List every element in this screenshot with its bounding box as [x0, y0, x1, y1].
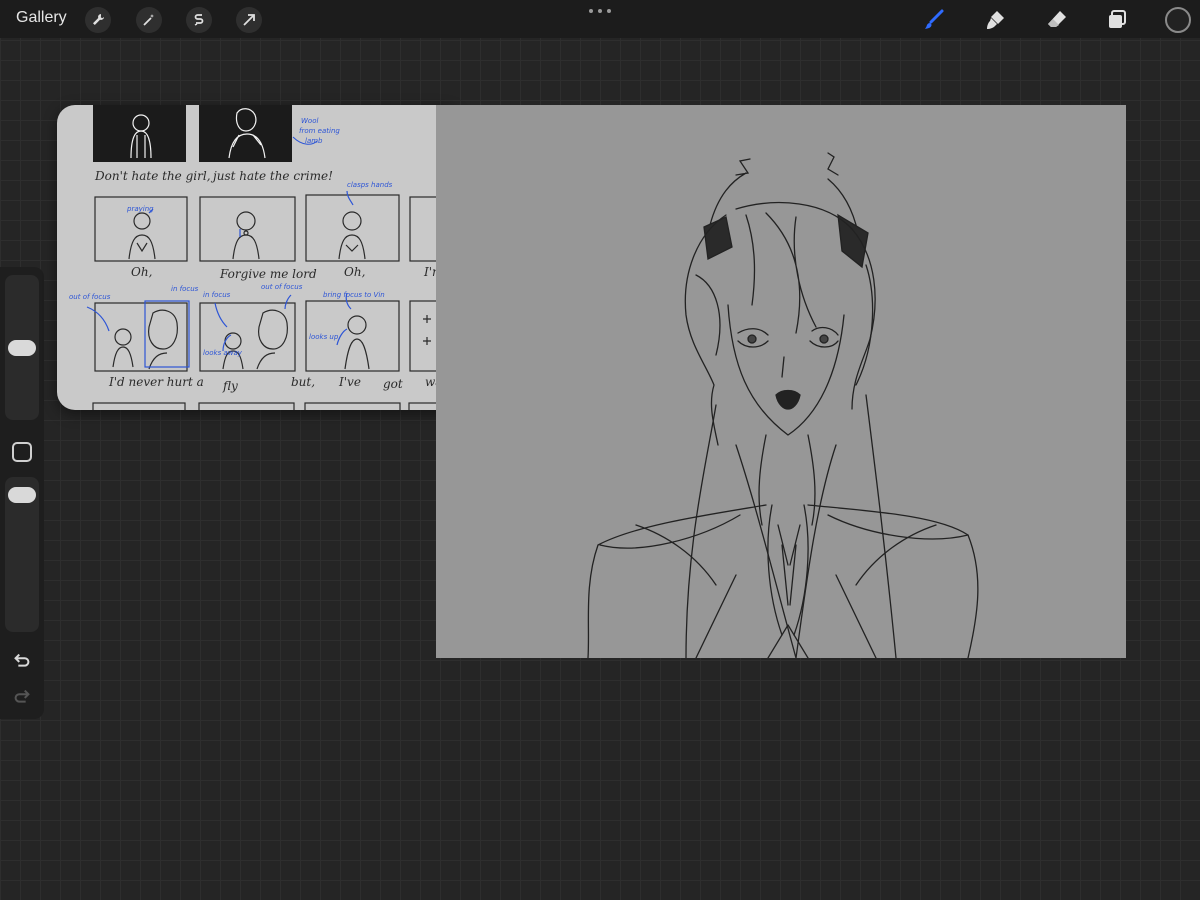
dot [607, 9, 611, 13]
dot [598, 9, 602, 13]
paint-tool-button[interactable] [920, 6, 948, 34]
annotation-note: looks away [203, 349, 242, 357]
transform-button[interactable] [236, 7, 262, 33]
more-options-handle[interactable] [589, 6, 611, 16]
actions-button[interactable] [85, 7, 111, 33]
brush-size-slider[interactable] [5, 275, 39, 420]
annotation-note: looks up [309, 333, 339, 341]
redo-button[interactable] [10, 685, 34, 709]
selection-button[interactable] [186, 7, 212, 33]
layers-button[interactable] [1103, 6, 1131, 34]
annotation-note: Wool [301, 117, 319, 125]
storyboard-sketch [86, 105, 461, 410]
dot [589, 9, 593, 13]
brush-icon [925, 9, 944, 29]
adjustments-button[interactable] [136, 7, 162, 33]
opacity-slider[interactable] [5, 477, 39, 632]
brush-size-thumb[interactable] [8, 340, 36, 356]
erase-tool-button[interactable] [1043, 6, 1071, 34]
caption-line: just hate the crime! [213, 169, 333, 183]
annotation-note: lamb [305, 137, 323, 145]
gallery-button[interactable]: Gallery [16, 9, 67, 27]
redo-icon [14, 689, 30, 703]
selection-s-icon [194, 14, 204, 26]
caption-line: Don't hate the girl, [95, 169, 211, 183]
caption-line: but, [291, 375, 316, 389]
left-sidebar [0, 267, 44, 719]
caption-line: I'd never hurt a [109, 375, 204, 389]
undo-button[interactable] [10, 649, 34, 673]
drawing-canvas[interactable] [436, 105, 1126, 658]
annotation-note: in focus [171, 285, 199, 293]
caption-line: I've [339, 375, 361, 389]
color-picker-button[interactable] [1165, 7, 1191, 33]
caption-line: fly [223, 379, 238, 393]
top-toolbar: Gallery [0, 0, 1200, 38]
smudge-tool-button[interactable] [981, 6, 1009, 34]
magic-wand-icon [143, 14, 154, 26]
annotation-note: bring focus to Vin [323, 291, 385, 299]
caption-line: Oh, [131, 265, 153, 279]
wrench-icon [93, 14, 104, 25]
annotation-note: out of focus [69, 293, 111, 301]
annotation-note: praying [127, 205, 154, 213]
smudge-icon [987, 11, 1004, 29]
opacity-thumb[interactable] [8, 487, 36, 503]
undo-icon [14, 653, 30, 667]
caption-line: got [383, 377, 403, 391]
reference-window[interactable]: Don't hate the girl, just hate the crime… [57, 105, 461, 410]
annotation-note: from eating [299, 127, 340, 135]
annotation-note: out of focus [261, 283, 303, 291]
transform-arrow-icon [243, 14, 255, 26]
character-sketch [587, 152, 979, 658]
layers-icon [1109, 10, 1126, 28]
caption-line: Oh, [344, 265, 366, 279]
caption-line: Forgive me lord [220, 267, 317, 281]
eraser-icon [1048, 11, 1066, 27]
annotation-note: clasps hands [347, 181, 393, 189]
annotation-note: in focus [203, 291, 231, 299]
modify-button[interactable] [12, 442, 32, 462]
